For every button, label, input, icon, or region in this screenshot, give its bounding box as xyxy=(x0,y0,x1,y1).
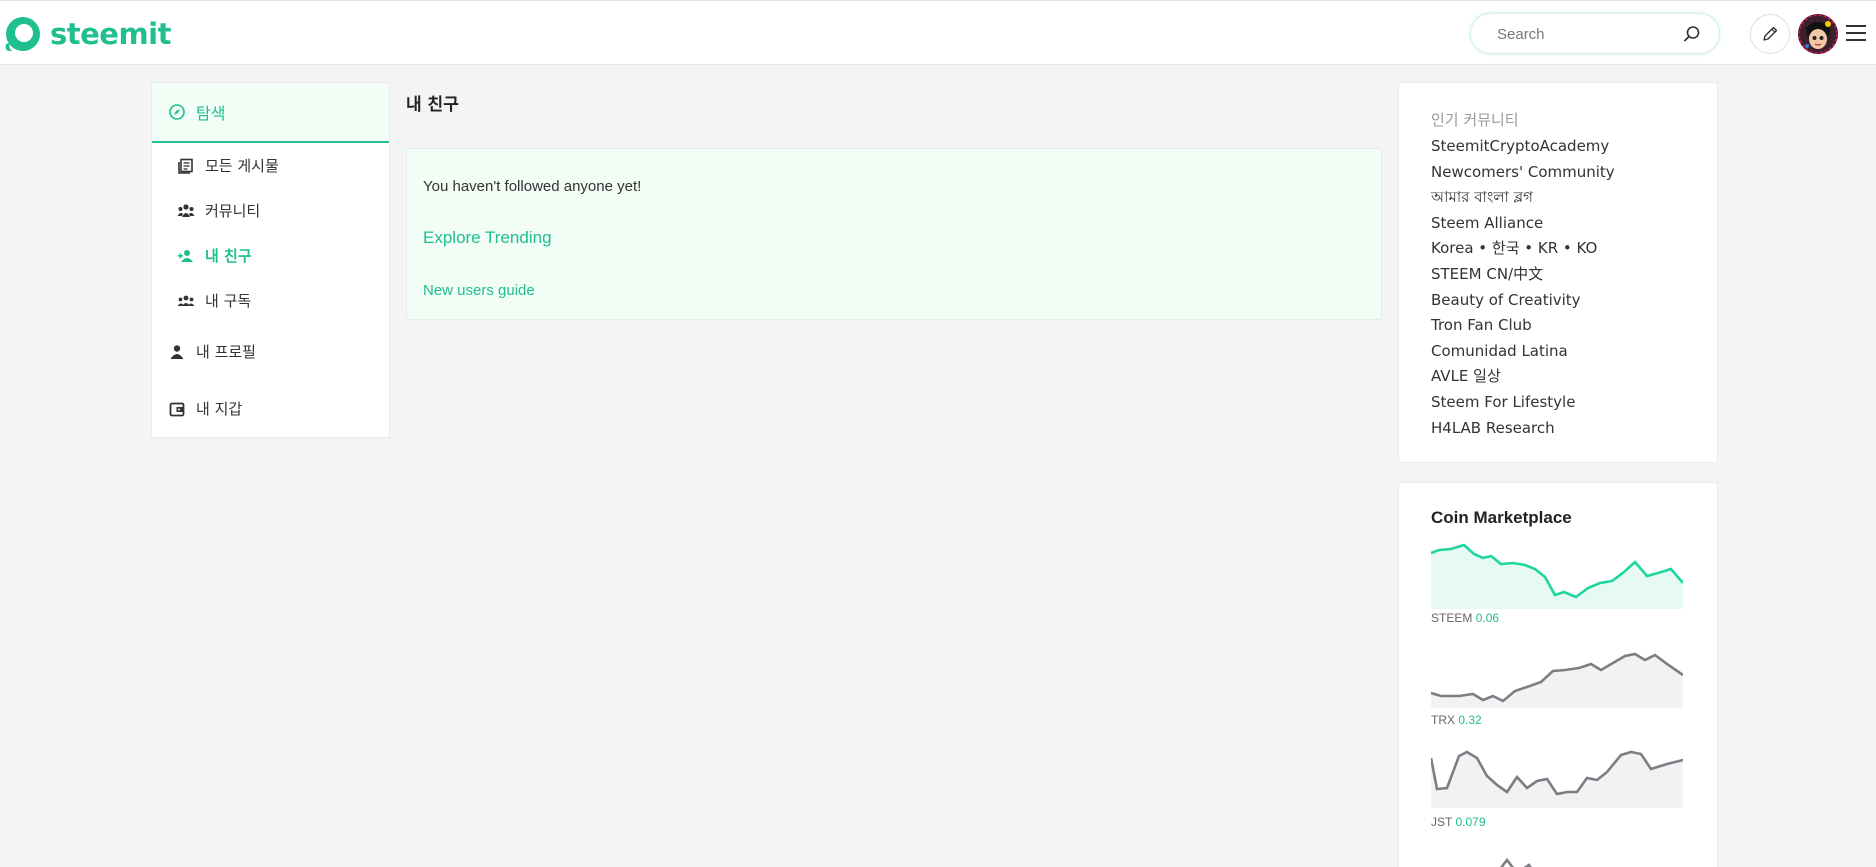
person-icon xyxy=(168,343,186,361)
community-link[interactable]: AVLE 일상 xyxy=(1431,367,1501,385)
list-item: আমার বাংলা ব্লগ xyxy=(1431,186,1615,212)
list-item: Newcomers' Community xyxy=(1431,161,1615,187)
sidebar-item-label: 커뮤니티 xyxy=(205,202,261,220)
user-avatar[interactable] xyxy=(1798,14,1838,54)
sidebar-item-my-wallet[interactable]: 내 지갑 xyxy=(168,398,242,419)
coin-price: 0.079 xyxy=(1455,815,1486,829)
list-item: Comunidad Latina xyxy=(1431,340,1615,366)
posts-icon xyxy=(177,157,195,175)
community-link[interactable]: STEEM CN/中文 xyxy=(1431,265,1543,283)
search-icon[interactable] xyxy=(1683,25,1701,43)
community-link[interactable]: SteemitCryptoAcademy xyxy=(1431,137,1609,155)
new-users-guide-link[interactable]: New users guide xyxy=(423,282,535,299)
community-link[interactable]: Korea • 한국 • KR • KO xyxy=(1431,239,1597,257)
sidebar-item-label: 모든 게시물 xyxy=(205,157,279,175)
list-item: Steem Alliance xyxy=(1431,212,1615,238)
page-title: 내 친구 xyxy=(406,95,459,115)
jst-sparkline[interactable] xyxy=(1431,748,1683,808)
empty-message: You haven't followed anyone yet! xyxy=(423,178,642,195)
list-item: AVLE 일상 xyxy=(1431,365,1615,391)
sidebar-item-my-friends[interactable]: 내 친구 xyxy=(177,245,252,266)
coin-label: TRX 0.32 xyxy=(1431,713,1482,727)
coin-label: STEEM 0.06 xyxy=(1431,611,1499,625)
logo-text: steemit xyxy=(50,17,171,51)
sidebar-item-communities[interactable]: 커뮤니티 xyxy=(177,200,260,221)
compass-icon xyxy=(169,104,185,120)
create-post-button[interactable] xyxy=(1750,14,1790,54)
sidebar-item-label: 내 친구 xyxy=(205,247,252,265)
community-list: SteemitCryptoAcademy Newcomers' Communit… xyxy=(1431,135,1615,442)
sidebar-item-label: 내 프로필 xyxy=(196,343,256,361)
community-link[interactable]: Steem Alliance xyxy=(1431,214,1543,232)
steemit-logo[interactable]: steemit xyxy=(2,14,171,54)
trx-sparkline[interactable] xyxy=(1431,648,1683,708)
fourth-coin-sparkline[interactable] xyxy=(1431,851,1683,867)
subscriptions-icon xyxy=(177,292,195,310)
sidebar-explore[interactable]: 탐색 xyxy=(152,83,389,143)
community-link[interactable]: Comunidad Latina xyxy=(1431,342,1568,360)
empty-feed-notice: You haven't followed anyone yet! Explore… xyxy=(406,148,1382,320)
list-item: Steem For Lifestyle xyxy=(1431,391,1615,417)
hamburger-icon xyxy=(1846,25,1866,41)
community-link[interactable]: Steem For Lifestyle xyxy=(1431,393,1575,411)
list-item: STEEM CN/中文 xyxy=(1431,263,1615,289)
pencil-icon xyxy=(1763,26,1778,41)
list-item: H4LAB Research xyxy=(1431,417,1615,443)
coin-price: 0.32 xyxy=(1458,713,1482,727)
search-box[interactable] xyxy=(1470,13,1720,54)
list-item: Tron Fan Club xyxy=(1431,314,1615,340)
sidebar-item-my-profile[interactable]: 내 프로필 xyxy=(168,341,256,362)
community-link[interactable]: Newcomers' Community xyxy=(1431,163,1615,181)
coin-symbol: JST xyxy=(1431,815,1453,829)
list-item: SteemitCryptoAcademy xyxy=(1431,135,1615,161)
wallet-icon xyxy=(168,400,186,418)
coin-label: JST 0.079 xyxy=(1431,815,1486,829)
community-link[interactable]: আমার বাংলা ব্লগ xyxy=(1431,188,1533,206)
top-header: steemit xyxy=(0,0,1876,65)
explore-trending-link[interactable]: Explore Trending xyxy=(423,228,552,248)
coin-marketplace-heading: Coin Marketplace xyxy=(1431,508,1572,527)
sidebar-item-all-posts[interactable]: 모든 게시물 xyxy=(177,155,279,176)
search-input[interactable] xyxy=(1497,23,1677,45)
sidebar-item-label: 내 지갑 xyxy=(196,400,243,418)
friends-icon xyxy=(177,247,195,265)
sidebar-explore-label: 탐색 xyxy=(196,104,226,123)
steem-sparkline[interactable] xyxy=(1431,543,1683,609)
popular-communities-panel: 인기 커뮤니티 SteemitCryptoAcademy Newcomers' … xyxy=(1398,82,1718,463)
coin-marketplace-panel: Coin Marketplace STEEM 0.06 TRX 0.32 JST… xyxy=(1398,482,1718,867)
steemit-logo-icon xyxy=(5,17,40,52)
sidebar-item-label: 내 구독 xyxy=(205,292,252,310)
coin-price: 0.06 xyxy=(1475,611,1500,625)
list-item: Beauty of Creativity xyxy=(1431,289,1615,315)
avatar-image-icon xyxy=(1798,14,1838,54)
community-link[interactable]: Tron Fan Club xyxy=(1431,316,1532,334)
community-link[interactable]: H4LAB Research xyxy=(1431,419,1555,437)
coin-symbol: TRX xyxy=(1431,713,1455,727)
community-link[interactable]: Beauty of Creativity xyxy=(1431,291,1581,309)
popular-communities-heading: 인기 커뮤니티 xyxy=(1431,111,1519,129)
left-sidebar: 탐색 모든 게시물 커뮤니티 내 친구 내 구독 내 프로필 내 지갑 xyxy=(151,82,390,438)
coin-symbol: STEEM xyxy=(1431,611,1473,625)
menu-button[interactable] xyxy=(1845,23,1867,48)
communities-icon xyxy=(177,202,195,220)
list-item: Korea • 한국 • KR • KO xyxy=(1431,237,1615,263)
sidebar-item-my-subscriptions[interactable]: 내 구독 xyxy=(177,290,251,311)
